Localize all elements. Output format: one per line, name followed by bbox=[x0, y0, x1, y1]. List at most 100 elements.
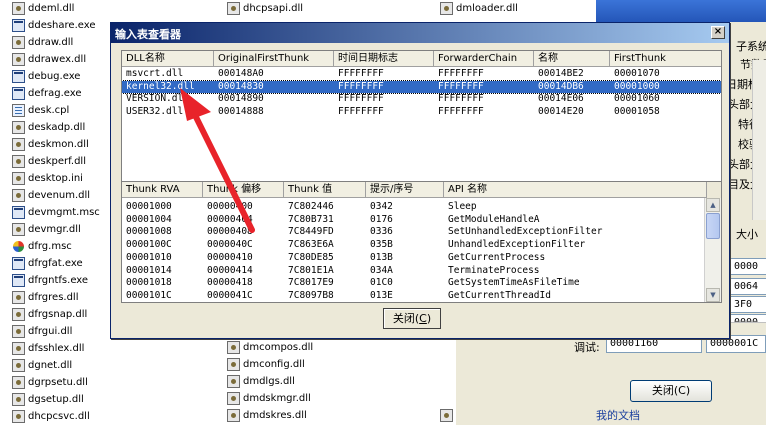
file-icon bbox=[12, 155, 25, 168]
file-icon bbox=[227, 409, 240, 422]
table-cell: 035B bbox=[370, 239, 393, 251]
close-button-hotkey: C bbox=[419, 312, 427, 325]
file-name: dfrgres.dll bbox=[28, 292, 79, 303]
table-row[interactable]: 00001018 00000418 7C8017E9 01C0 GetSystemTim… bbox=[122, 277, 721, 289]
table-row[interactable]: 00001008 00000408 7C8449FD 0336 SetUnhandled… bbox=[122, 226, 721, 238]
file-icon bbox=[12, 308, 25, 321]
file-icon bbox=[227, 2, 240, 15]
file-name: dhcpcsvc.dll bbox=[28, 411, 90, 422]
table-cell: 00001008 bbox=[126, 226, 172, 238]
file-icon bbox=[12, 342, 25, 355]
file-icon bbox=[12, 393, 25, 406]
column-header[interactable]: ForwarderChain bbox=[434, 51, 534, 67]
table-cell: 034A bbox=[370, 264, 393, 276]
thunk-list-scrollbar[interactable]: ▲ ▼ bbox=[704, 198, 721, 302]
table-row[interactable]: USER32.dll 00014888 FFFFFFFF FFFFFFFF 00014E… bbox=[122, 106, 721, 118]
table-cell: 013B bbox=[370, 251, 393, 263]
table-cell: FFFFFFFF bbox=[338, 106, 384, 118]
file-name: desk.cpl bbox=[28, 105, 70, 116]
file-icon bbox=[440, 2, 453, 15]
table-cell: 7C80B731 bbox=[288, 213, 334, 225]
table-cell: 00000418 bbox=[207, 277, 253, 289]
file-icon bbox=[440, 409, 453, 422]
file-name: dmdskres.dll bbox=[243, 410, 307, 421]
table-row[interactable]: 00001004 00000404 7C80B731 0176 GetModuleHan… bbox=[122, 214, 721, 226]
file-icon bbox=[12, 325, 25, 338]
file-name: ddraw.dll bbox=[28, 37, 74, 48]
table-row[interactable]: VERSION.dll 00014890 FFFFFFFF FFFFFFFF 00014… bbox=[122, 93, 721, 105]
column-header[interactable]: OriginalFirstThunk bbox=[214, 51, 334, 67]
console-icon bbox=[12, 240, 25, 253]
table-row[interactable]: 0000100C 0000040C 7C863E6A 035B UnhandledExc… bbox=[122, 239, 721, 251]
table-cell: 00001058 bbox=[614, 106, 660, 118]
table-cell: Sleep bbox=[448, 201, 477, 212]
table-cell: GetCurrentThreadId bbox=[448, 289, 551, 301]
table-cell: 00000404 bbox=[207, 213, 253, 225]
table-cell: 00014BE2 bbox=[538, 68, 584, 79]
file-icon bbox=[12, 2, 25, 15]
column-header[interactable]: 提示/序号 bbox=[366, 182, 444, 198]
file-name: deskmon.dll bbox=[28, 139, 89, 150]
file-name: dgsetup.dll bbox=[28, 394, 84, 405]
dialog-title: 输入表查看器 bbox=[115, 28, 181, 41]
file-name: dmcompos.dll bbox=[243, 342, 314, 353]
table-row[interactable]: 00001014 00000414 7C801E1A 034A TerminatePro… bbox=[122, 265, 721, 277]
application-icon bbox=[12, 70, 25, 83]
table-cell: FFFFFFFF bbox=[338, 93, 384, 105]
table-row[interactable]: 00001000 00000400 7C802446 0342 Sleep bbox=[122, 201, 721, 213]
table-cell: 0000041C bbox=[207, 289, 253, 301]
table-cell: 7C80DE85 bbox=[288, 251, 334, 263]
debug-label: 调试: bbox=[574, 341, 600, 354]
table-cell: 00014E20 bbox=[538, 106, 584, 118]
background-window-titlebar bbox=[596, 0, 766, 22]
close-button-label: 关闭( bbox=[392, 312, 420, 325]
table-cell: GetSystemTimeAsFileTime bbox=[448, 277, 580, 289]
file-name: dfrgsnap.dll bbox=[28, 309, 88, 320]
close-button-label-tail: ) bbox=[426, 312, 432, 325]
table-cell: 00001000 bbox=[614, 80, 660, 92]
file-name: dfrgfat.exe bbox=[28, 258, 83, 269]
table-cell: 00001060 bbox=[614, 93, 660, 105]
file-icon bbox=[12, 121, 25, 134]
column-header[interactable]: FirstThunk bbox=[610, 51, 721, 67]
scroll-up-icon[interactable]: ▲ bbox=[706, 198, 720, 212]
background-scrollbar[interactable] bbox=[752, 60, 766, 220]
column-header[interactable]: Thunk 偏移 bbox=[203, 182, 284, 198]
column-header[interactable]: Thunk 值 bbox=[284, 182, 366, 198]
scroll-down-icon[interactable]: ▼ bbox=[706, 288, 720, 302]
application-icon bbox=[12, 257, 25, 270]
table-cell: 00014DB6 bbox=[538, 80, 584, 92]
dialog-titlebar[interactable]: 输入表查看器 × bbox=[111, 23, 729, 43]
label-subsystem: 子系统 bbox=[736, 40, 766, 53]
label-size: 大小 bbox=[736, 228, 758, 241]
my-documents-link[interactable]: 我的文档 bbox=[596, 407, 640, 423]
column-header[interactable]: DLL名称 bbox=[122, 51, 214, 67]
application-icon bbox=[12, 206, 25, 219]
table-cell: msvcrt.dll bbox=[126, 68, 184, 79]
file-icon bbox=[12, 189, 25, 202]
close-icon[interactable]: × bbox=[711, 26, 725, 39]
table-row[interactable]: 00001010 00000410 7C80DE85 013B GetCurrentPr… bbox=[122, 252, 721, 264]
file-icon bbox=[12, 104, 25, 117]
scroll-thumb[interactable] bbox=[706, 213, 720, 239]
table-cell: 0000101C bbox=[126, 289, 172, 301]
file-name: dmloader.dll bbox=[456, 3, 518, 14]
application-icon bbox=[12, 274, 25, 287]
table-row[interactable]: kernel32.dll 00014830 FFFFFFFF FFFFFFFF 0001… bbox=[122, 79, 721, 94]
table-cell: FFFFFFFF bbox=[338, 68, 384, 79]
dll-list[interactable]: DLL名称 OriginalFirstThunk 时间日期标志 ForwarderCh… bbox=[121, 50, 722, 193]
column-header[interactable]: API 名称 bbox=[444, 182, 707, 198]
file-name: ddeshare.exe bbox=[28, 20, 96, 31]
thunk-list[interactable]: Thunk RVA Thunk 偏移 Thunk 值提示/序号 API 名称 0000… bbox=[121, 181, 722, 303]
column-header[interactable]: Thunk RVA bbox=[122, 182, 203, 198]
application-icon bbox=[12, 87, 25, 100]
dialog-close-button[interactable]: 关闭(C) bbox=[383, 308, 441, 329]
table-cell: 0000040C bbox=[207, 239, 253, 251]
column-header[interactable]: 时间日期标志 bbox=[334, 51, 434, 67]
background-close-button[interactable]: 关闭(C) bbox=[630, 380, 712, 402]
table-cell: 00014830 bbox=[218, 80, 264, 92]
table-row[interactable]: msvcrt.dll 000148A0 FFFFFFFF FFFFFFFF 00014B… bbox=[122, 68, 721, 80]
file-name: debug.exe bbox=[28, 71, 81, 82]
table-row[interactable]: 0000101C 0000041C 7C8097B8 013E GetCurrentTh… bbox=[122, 290, 721, 302]
column-header[interactable]: 名称 bbox=[534, 51, 610, 67]
